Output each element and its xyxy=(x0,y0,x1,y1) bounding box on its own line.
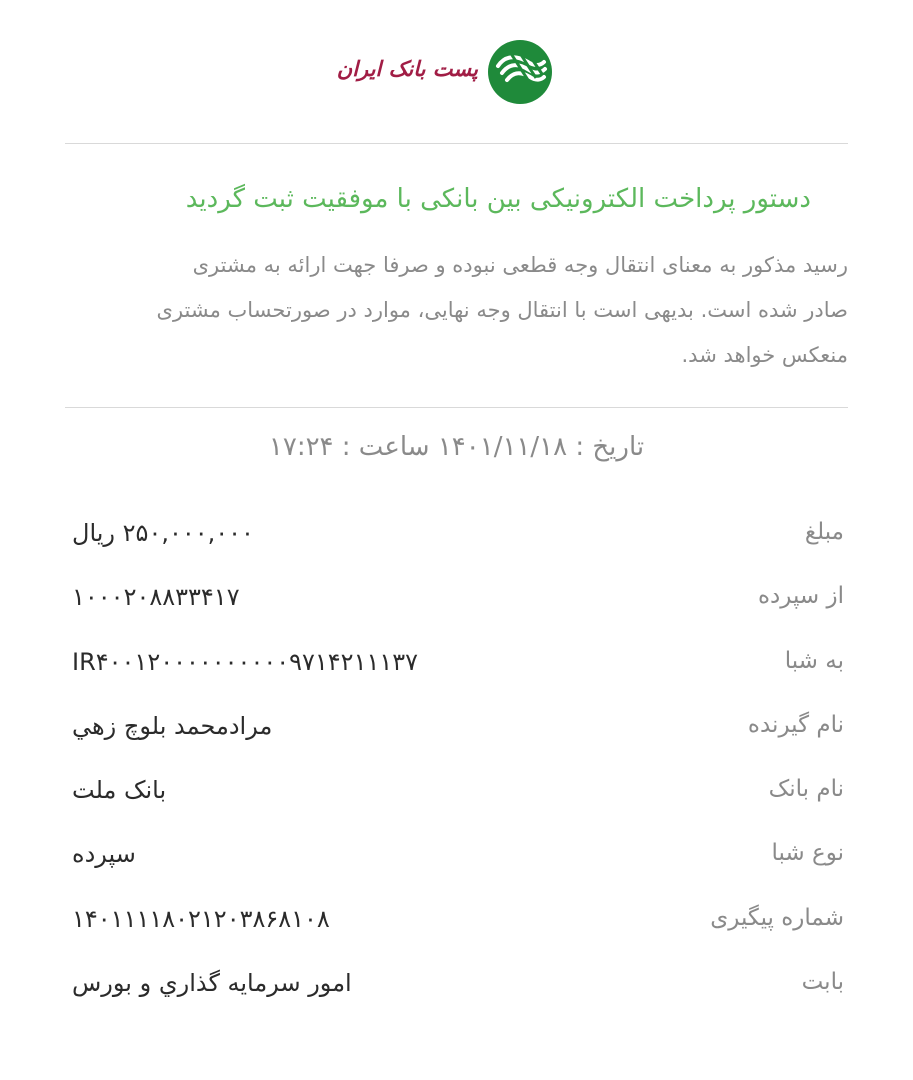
middle-divider xyxy=(65,407,848,408)
detail-row-to-sheba: به شبا IR۴۰۰۱۲۰۰۰۰۰۰۰۰۰۰۹۷۱۴۲۱۱۱۳۷ xyxy=(68,636,844,700)
detail-label: از سپرده xyxy=(757,583,844,610)
detail-label: نام بانک xyxy=(768,776,844,803)
detail-value: سپرده xyxy=(72,840,136,869)
detail-row-bank-name: نام بانک بانک ملت xyxy=(68,764,844,828)
detail-row-sheba-type: نوع شبا سپرده xyxy=(68,828,844,892)
detail-label: مبلغ xyxy=(804,519,844,545)
detail-value: ۱۰۰۰۲۰۸۸۳۳۴۱۷ xyxy=(72,583,240,612)
receipt-notice: رسید مذکور به معنای انتقال وجه قطعی نبود… xyxy=(62,243,848,378)
detail-value: IR۴۰۰۱۲۰۰۰۰۰۰۰۰۰۰۹۷۱۴۲۱۱۱۳۷ xyxy=(72,647,419,676)
detail-row-recipient-name: نام گیرنده مرادمحمد بلوچ زهي xyxy=(68,700,844,764)
detail-row-tracking-number: شماره پیگیری ۱۴۰۱۱۱۱۸۰۲۱۲۰۳۸۶۸۱۰۸ xyxy=(68,893,844,957)
detail-value: امور سرمايه گذاري و بورس xyxy=(72,969,352,998)
transaction-datetime: تاریخ : ۱۴۰۱/۱۱/۱۸ ساعت : ۱۷:۲۴ xyxy=(268,432,645,462)
notice-line: صادر شده است. بدیهی است با انتقال وجه نه… xyxy=(156,298,848,322)
detail-value: بانک ملت xyxy=(72,776,167,805)
success-title: دستور پرداخت الکترونیکی بین بانکی با موف… xyxy=(185,184,811,214)
notice-line: منعکس خواهد شد. xyxy=(681,343,849,367)
detail-label: نام گیرنده xyxy=(747,711,844,738)
detail-value: مرادمحمد بلوچ زهي xyxy=(72,711,273,740)
bank-logo-text: پست بانک ایران xyxy=(336,56,478,81)
top-divider xyxy=(65,143,848,144)
detail-row-purpose: بابت امور سرمايه گذاري و بورس xyxy=(68,957,844,1021)
receipt-details: مبلغ ۲۵۰,۰۰۰,۰۰۰ ریال از سپرده ۱۰۰۰۲۰۸۸۳… xyxy=(68,507,844,1021)
notice-line: رسید مذکور به معنای انتقال وجه قطعی نبود… xyxy=(192,253,848,277)
detail-value: ۱۴۰۱۱۱۱۸۰۲۱۲۰۳۸۶۸۱۰۸ xyxy=(72,904,330,933)
detail-label: نوع شبا xyxy=(771,840,844,867)
bank-logo: پست بانک ایران xyxy=(336,38,552,106)
detail-label: بابت xyxy=(801,969,844,996)
detail-label: به شبا xyxy=(784,647,844,674)
post-bank-emblem-icon xyxy=(488,40,552,104)
detail-row-from-account: از سپرده ۱۰۰۰۲۰۸۸۳۳۴۱۷ xyxy=(68,571,844,635)
detail-row-amount: مبلغ ۲۵۰,۰۰۰,۰۰۰ ریال xyxy=(68,507,844,571)
detail-value: ۲۵۰,۰۰۰,۰۰۰ ریال xyxy=(72,519,254,547)
detail-label: شماره پیگیری xyxy=(710,904,844,931)
